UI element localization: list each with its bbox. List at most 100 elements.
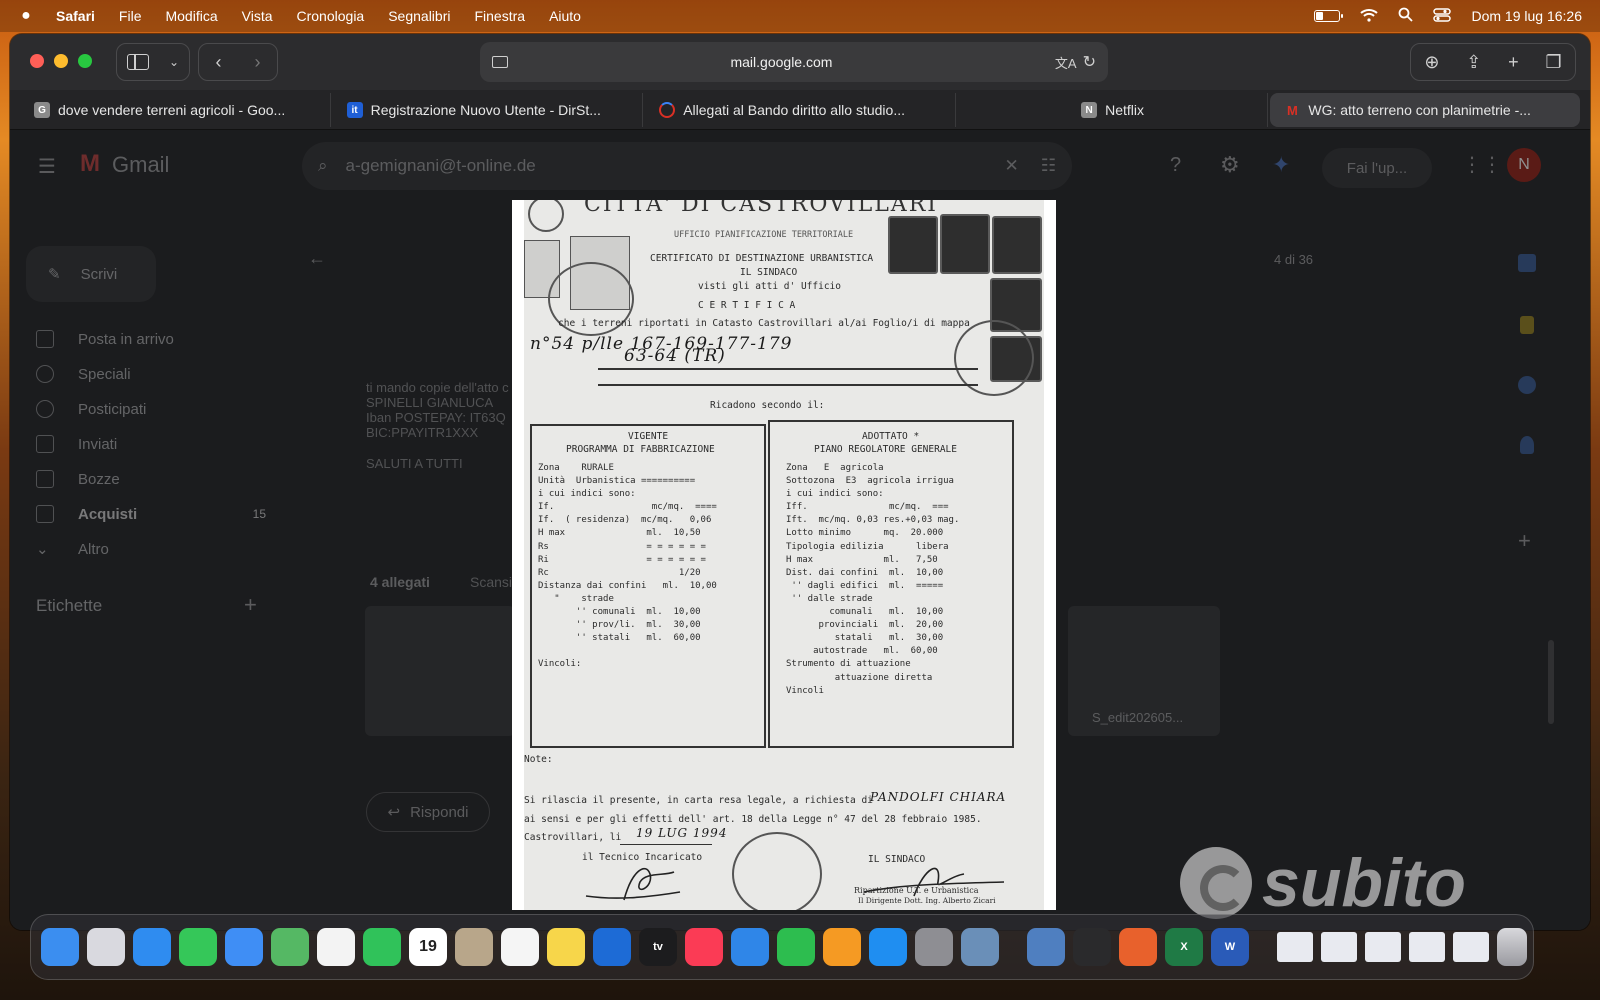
word-icon[interactable]: W [1211, 928, 1249, 966]
tv-icon[interactable]: tv [639, 928, 677, 966]
doc-table-line: '' dalle strade [786, 593, 873, 604]
page-settings-icon[interactable] [492, 56, 508, 68]
doc-mayor: IL SINDACO [740, 267, 798, 278]
tab-bando-allegati[interactable]: Allegati al Bando diritto allo studio... [645, 93, 956, 127]
music-icon[interactable] [685, 928, 723, 966]
doc-table-line: '' dagli edifici ml. ===== [786, 580, 944, 591]
tab-netflix[interactable]: N Netflix [958, 93, 1269, 127]
doc-thumb-3[interactable] [1365, 932, 1401, 962]
new-tab-icon[interactable]: + [1508, 53, 1519, 71]
app-store-icon[interactable] [869, 928, 907, 966]
doc-table-line: i cui indici sono: [538, 489, 636, 500]
system-settings-icon[interactable] [915, 928, 953, 966]
sidebar-toggle-button[interactable]: ⌄ [116, 43, 190, 81]
doc-thumb-1[interactable] [1277, 932, 1313, 962]
calendar-icon[interactable]: 19 [409, 928, 447, 966]
google-favicon-icon: G [34, 102, 50, 118]
doc-table-line: Zona RURALE [538, 463, 614, 473]
keynote-icon[interactable] [731, 928, 769, 966]
doc-table-line: comunali ml. 10,00 [786, 607, 944, 618]
menu-file[interactable]: File [119, 8, 142, 24]
facetime-icon[interactable] [363, 928, 401, 966]
zoom-window-button[interactable] [78, 54, 92, 68]
back-button[interactable]: ‹ [216, 53, 222, 71]
trash-icon[interactable] [1497, 928, 1527, 966]
battery-icon[interactable] [1314, 10, 1344, 22]
certificate-document: CITTA' DI CASTROVILLARI UFFICIO PIANIFIC… [524, 200, 1044, 910]
address-bar[interactable]: mail.google.com 文A ↻ [480, 42, 1108, 82]
doc-table-line: provinciali ml. 20,00 [786, 620, 944, 631]
translate-icon[interactable]: 文A [1055, 53, 1077, 72]
share-icon[interactable]: ⇪ [1466, 53, 1481, 71]
safari-icon[interactable] [133, 928, 171, 966]
doc-table-line: '' comunali ml. 10,00 [538, 607, 701, 618]
spotlight-search-icon[interactable] [1398, 7, 1414, 25]
freeform-icon[interactable] [593, 928, 631, 966]
doc-issued: Si rilascia il presente, in carta resa l… [524, 795, 873, 806]
menu-cronologia[interactable]: Cronologia [297, 8, 365, 24]
watermark-text: subito [1262, 845, 1466, 921]
tab-title: Netflix [1105, 102, 1145, 118]
tab-title: Allegati al Bando diritto allo studio... [683, 102, 905, 118]
doc-rule [620, 844, 712, 845]
netflix-favicon-icon: N [1081, 102, 1098, 118]
menu-modifica[interactable]: Modifica [165, 8, 217, 24]
disk-utility-icon[interactable] [1027, 928, 1065, 966]
doc-table-line: Rc 1/20 [538, 567, 701, 578]
doc-table-line: If. mc/mq. ==== [538, 502, 717, 513]
tab-google-search[interactable]: G dove vendere terreni agricoli - Goo... [20, 93, 331, 127]
messages-icon[interactable] [179, 928, 217, 966]
doc-table-line: Sottozona E3 agricola irrigua [786, 476, 954, 487]
menu-aiuto[interactable]: Aiuto [549, 8, 581, 24]
notes-icon[interactable] [547, 928, 585, 966]
control-center-icon[interactable] [1433, 7, 1452, 25]
reload-icon[interactable]: ↻ [1083, 52, 1096, 72]
doc-table-line: i cui indici sono: [786, 489, 884, 500]
doc-applicant: PANDOLFI CHIARA [870, 790, 1007, 804]
menu-finestra[interactable]: Finestra [474, 8, 525, 24]
doc-left-lines: Zona RURALE Unità Urbanistica ========== i… [538, 462, 764, 672]
wifi-icon[interactable] [1360, 8, 1379, 25]
mail-icon[interactable] [225, 928, 263, 966]
doc-thumb-5[interactable] [1453, 932, 1489, 962]
tab-gmail-active[interactable]: M WG: atto terreno con planimetrie -... [1270, 93, 1580, 127]
launchpad-icon[interactable] [87, 928, 125, 966]
pages-icon[interactable] [823, 928, 861, 966]
firefox-icon[interactable] [1119, 928, 1157, 966]
doc-thumb-2[interactable] [1321, 932, 1357, 962]
menu-app-name[interactable]: Safari [56, 8, 95, 24]
maps-icon[interactable] [271, 928, 309, 966]
doc-table-line: attuazione diretta [786, 672, 933, 683]
menu-clock[interactable]: Dom 19 lug 16:26 [1471, 8, 1582, 24]
doc-left-title: PROGRAMMA DI FABBRICAZIONE [566, 444, 715, 455]
tab-overview-icon[interactable]: ❐ [1545, 53, 1561, 71]
doc-table-line: '' statali ml. 60,00 [538, 633, 701, 644]
finder-icon[interactable] [41, 928, 79, 966]
excel-icon[interactable]: X [1165, 928, 1203, 966]
contacts-icon[interactable] [455, 928, 493, 966]
spinner-favicon-icon [659, 102, 676, 118]
doc-table-line: Ift. mc/mq. 0,03 res.+0,03 mag. [786, 515, 960, 526]
doc-office: UFFICIO PIANIFICAZIONE TERRITORIALE [674, 230, 854, 240]
numbers-icon[interactable] [777, 928, 815, 966]
tab-dirstat-registration[interactable]: it Registrazione Nuovo Utente - DirSt... [333, 93, 644, 127]
photos-icon[interactable] [317, 928, 355, 966]
preview-icon[interactable] [961, 928, 999, 966]
menu-segnalibri[interactable]: Segnalibri [388, 8, 450, 24]
forward-button[interactable]: › [255, 53, 261, 71]
doc-thumb-4[interactable] [1409, 932, 1445, 962]
seal-stamp-icon [528, 200, 564, 232]
document-preview[interactable]: CITTA' DI CASTROVILLARI UFFICIO PIANIFIC… [512, 200, 1056, 910]
minimize-window-button[interactable] [54, 54, 68, 68]
toolbar-actions: ⊕ ⇪ + ❐ [1410, 43, 1576, 81]
downloads-icon[interactable]: ⊕ [1424, 53, 1439, 71]
doc-table-line: If. ( residenza) mc/mq. 0,06 [538, 515, 712, 526]
close-window-button[interactable] [30, 54, 44, 68]
activity-monitor-icon[interactable] [1073, 928, 1111, 966]
menu-vista[interactable]: Vista [242, 8, 273, 24]
doc-table-line: Lotto minimo mq. 20.000 [786, 528, 944, 539]
apple-menu-icon[interactable]: ● [18, 7, 34, 25]
doc-handwritten-parcels-2: 63-64 (TR) [624, 346, 726, 366]
reminders-icon[interactable] [501, 928, 539, 966]
url-text[interactable]: mail.google.com [508, 54, 1055, 70]
